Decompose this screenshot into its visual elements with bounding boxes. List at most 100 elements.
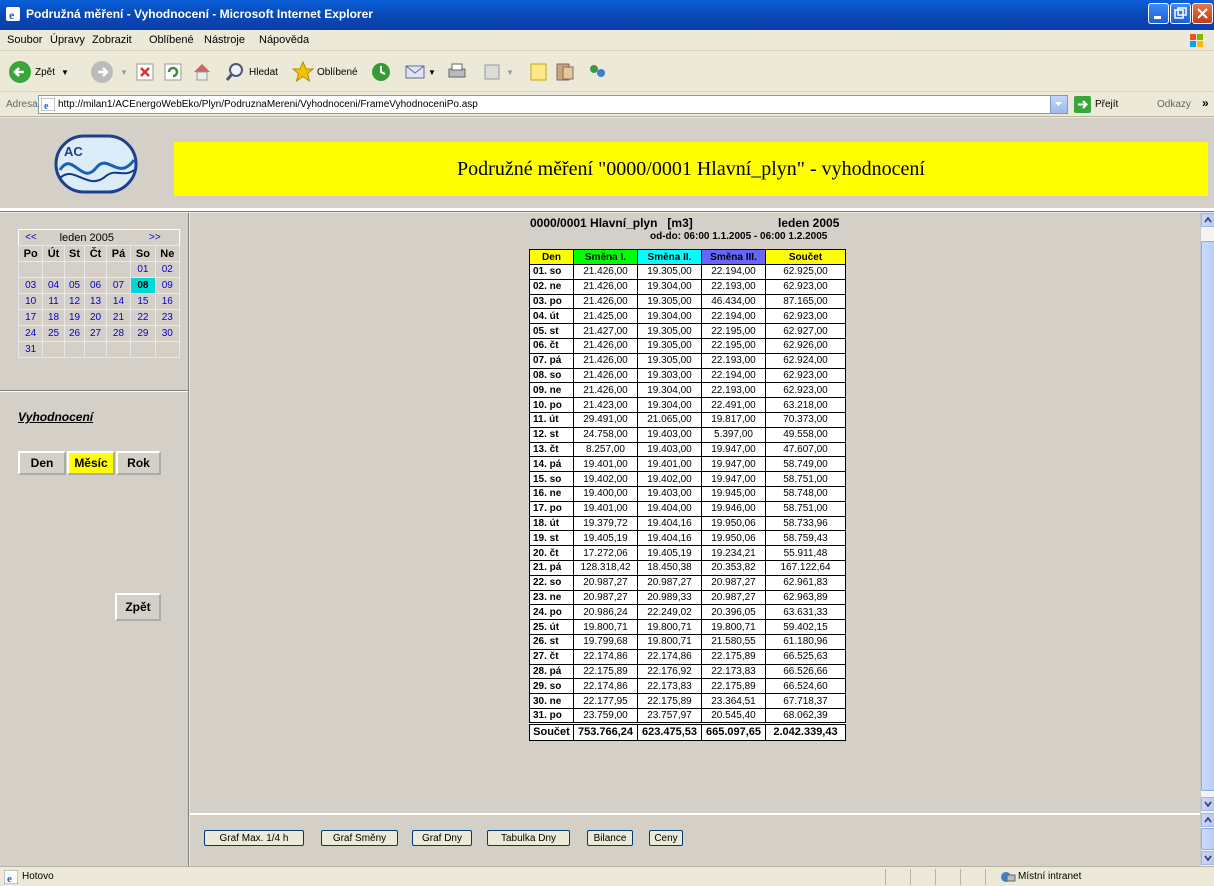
history-button[interactable] (370, 58, 392, 86)
calendar-day[interactable]: 10 (17, 293, 44, 310)
menu-zobrazit[interactable]: Zobrazit (92, 34, 132, 46)
value-cell: 19.305,00 (637, 293, 702, 310)
value-cell: 87.165,00 (765, 293, 846, 310)
calendar-prev-button[interactable]: << (19, 230, 43, 246)
calendar-empty-cell (63, 261, 86, 278)
calendar-day[interactable]: 13 (84, 293, 107, 310)
search-button[interactable]: Hledat (224, 58, 278, 86)
mail-icon (405, 65, 425, 79)
home-button[interactable] (191, 58, 213, 86)
scroll-thumb[interactable] (1201, 828, 1214, 850)
calendar-day[interactable]: 21 (105, 309, 132, 326)
calendar-day[interactable]: 16 (154, 293, 181, 310)
stop-button[interactable] (135, 58, 155, 86)
day-cell: 28. pá (529, 663, 574, 680)
day-cell: 25. út (529, 619, 574, 635)
mesic-button[interactable]: Měsíc (67, 451, 115, 475)
day-cell: 31. po (529, 707, 574, 724)
refresh-button[interactable] (163, 58, 183, 86)
bilance-button[interactable]: Bilance (587, 830, 633, 846)
calendar-day[interactable]: 29 (130, 325, 156, 342)
research-button[interactable] (554, 58, 576, 86)
minimize-button[interactable] (1148, 3, 1169, 24)
calendar-day[interactable]: 20 (84, 309, 107, 326)
discuss-button[interactable] (528, 58, 550, 86)
value-cell: 19.404,16 (637, 530, 702, 547)
calendar-day[interactable]: 23 (154, 309, 181, 326)
calendar-day[interactable]: 11 (42, 293, 65, 310)
calendar-day[interactable]: 07 (105, 277, 132, 294)
day-cell: 16. ne (529, 485, 574, 502)
graf-smeny-button[interactable]: Graf Směny (321, 830, 398, 846)
back-page-button[interactable]: Zpět (115, 593, 161, 621)
menu-nastroje[interactable]: Nástroje (204, 34, 245, 46)
calendar-day[interactable]: 14 (105, 293, 132, 310)
scroll-up-button[interactable] (1201, 813, 1214, 827)
graf-dny-button[interactable]: Graf Dny (412, 830, 472, 846)
back-button[interactable]: Zpět ▼ (8, 58, 69, 86)
calendar-day[interactable]: 19 (63, 309, 86, 326)
report-scrollbar[interactable] (1200, 213, 1214, 813)
day-cell: 03. po (529, 293, 574, 310)
calendar-day[interactable]: 30 (154, 325, 181, 342)
messenger-button[interactable] (586, 58, 608, 86)
calendar-day-selected[interactable]: 08 (130, 277, 156, 294)
maximize-button[interactable] (1170, 3, 1191, 24)
calendar-day[interactable]: 12 (63, 293, 86, 310)
address-dropdown-button[interactable] (1050, 96, 1067, 113)
chevron-right-icon[interactable]: » (1202, 96, 1209, 110)
mail-button[interactable]: ▼ (404, 58, 436, 86)
calendar-day[interactable]: 28 (105, 325, 132, 342)
print-button[interactable] (446, 58, 468, 86)
ceny-button[interactable]: Ceny (649, 830, 683, 846)
address-input[interactable]: e http://milan1/ACEnergoWebEko/Plyn/Podr… (38, 95, 1068, 114)
go-button[interactable]: Přejít (1074, 96, 1118, 113)
scroll-thumb[interactable] (1201, 241, 1214, 791)
day-cell: 29. so (529, 678, 574, 695)
links-button[interactable]: Odkazy (1157, 99, 1191, 110)
calendar-next-button[interactable]: >> (131, 230, 180, 246)
total-label: Součet (529, 721, 574, 741)
scroll-down-button[interactable] (1201, 851, 1214, 865)
calendar-day[interactable]: 26 (63, 325, 86, 342)
calendar-day[interactable]: 27 (84, 325, 107, 342)
calendar-day[interactable]: 15 (130, 293, 156, 310)
menu-oblibene[interactable]: Oblíbené (149, 34, 194, 46)
calendar-day[interactable]: 18 (42, 309, 65, 326)
calendar-weekday: Po (17, 245, 44, 262)
calendar-day[interactable]: 25 (42, 325, 65, 342)
calendar-day[interactable]: 04 (42, 277, 65, 294)
value-cell: 62.924,00 (765, 352, 846, 369)
den-button[interactable]: Den (18, 451, 66, 475)
favorites-button[interactable]: Oblíbené (292, 58, 358, 86)
forward-button[interactable]: ▼ (90, 58, 128, 86)
menu-upravy[interactable]: Úpravy (50, 34, 85, 46)
value-cell: 19.234,21 (701, 545, 766, 561)
graf-max-button[interactable]: Graf Max. 1/4 h (204, 830, 304, 846)
calendar-day[interactable]: 05 (63, 277, 86, 294)
value-cell: 70.373,00 (765, 411, 846, 428)
value-cell: 62.927,00 (765, 323, 846, 339)
bottom-scrollbar[interactable] (1200, 813, 1214, 866)
value-cell: 22.193,00 (701, 352, 766, 369)
calendar-day[interactable]: 03 (17, 277, 44, 294)
scroll-up-button[interactable] (1201, 213, 1214, 227)
value-cell: 58.733,96 (765, 515, 846, 532)
calendar-day[interactable]: 17 (17, 309, 44, 326)
calendar-day[interactable]: 24 (17, 325, 44, 342)
table-row: 25. út 19.800,71 19.800,71 19.800,71 59.402,… (529, 619, 846, 635)
svg-text:e: e (9, 8, 15, 22)
edit-button[interactable]: ▼ (482, 58, 514, 86)
calendar-day[interactable]: 09 (154, 277, 181, 294)
calendar-day[interactable]: 02 (154, 261, 181, 278)
calendar-day[interactable]: 22 (130, 309, 156, 326)
tabulka-dny-button[interactable]: Tabulka Dny (487, 830, 570, 846)
menu-soubor[interactable]: Soubor (7, 34, 42, 46)
scroll-down-button[interactable] (1201, 797, 1214, 811)
calendar-day[interactable]: 06 (84, 277, 107, 294)
close-button[interactable] (1192, 3, 1213, 24)
calendar-day[interactable]: 31 (17, 341, 44, 358)
rok-button[interactable]: Rok (116, 451, 161, 475)
calendar-day[interactable]: 01 (130, 261, 156, 278)
menu-napoveda[interactable]: Nápověda (259, 34, 309, 46)
